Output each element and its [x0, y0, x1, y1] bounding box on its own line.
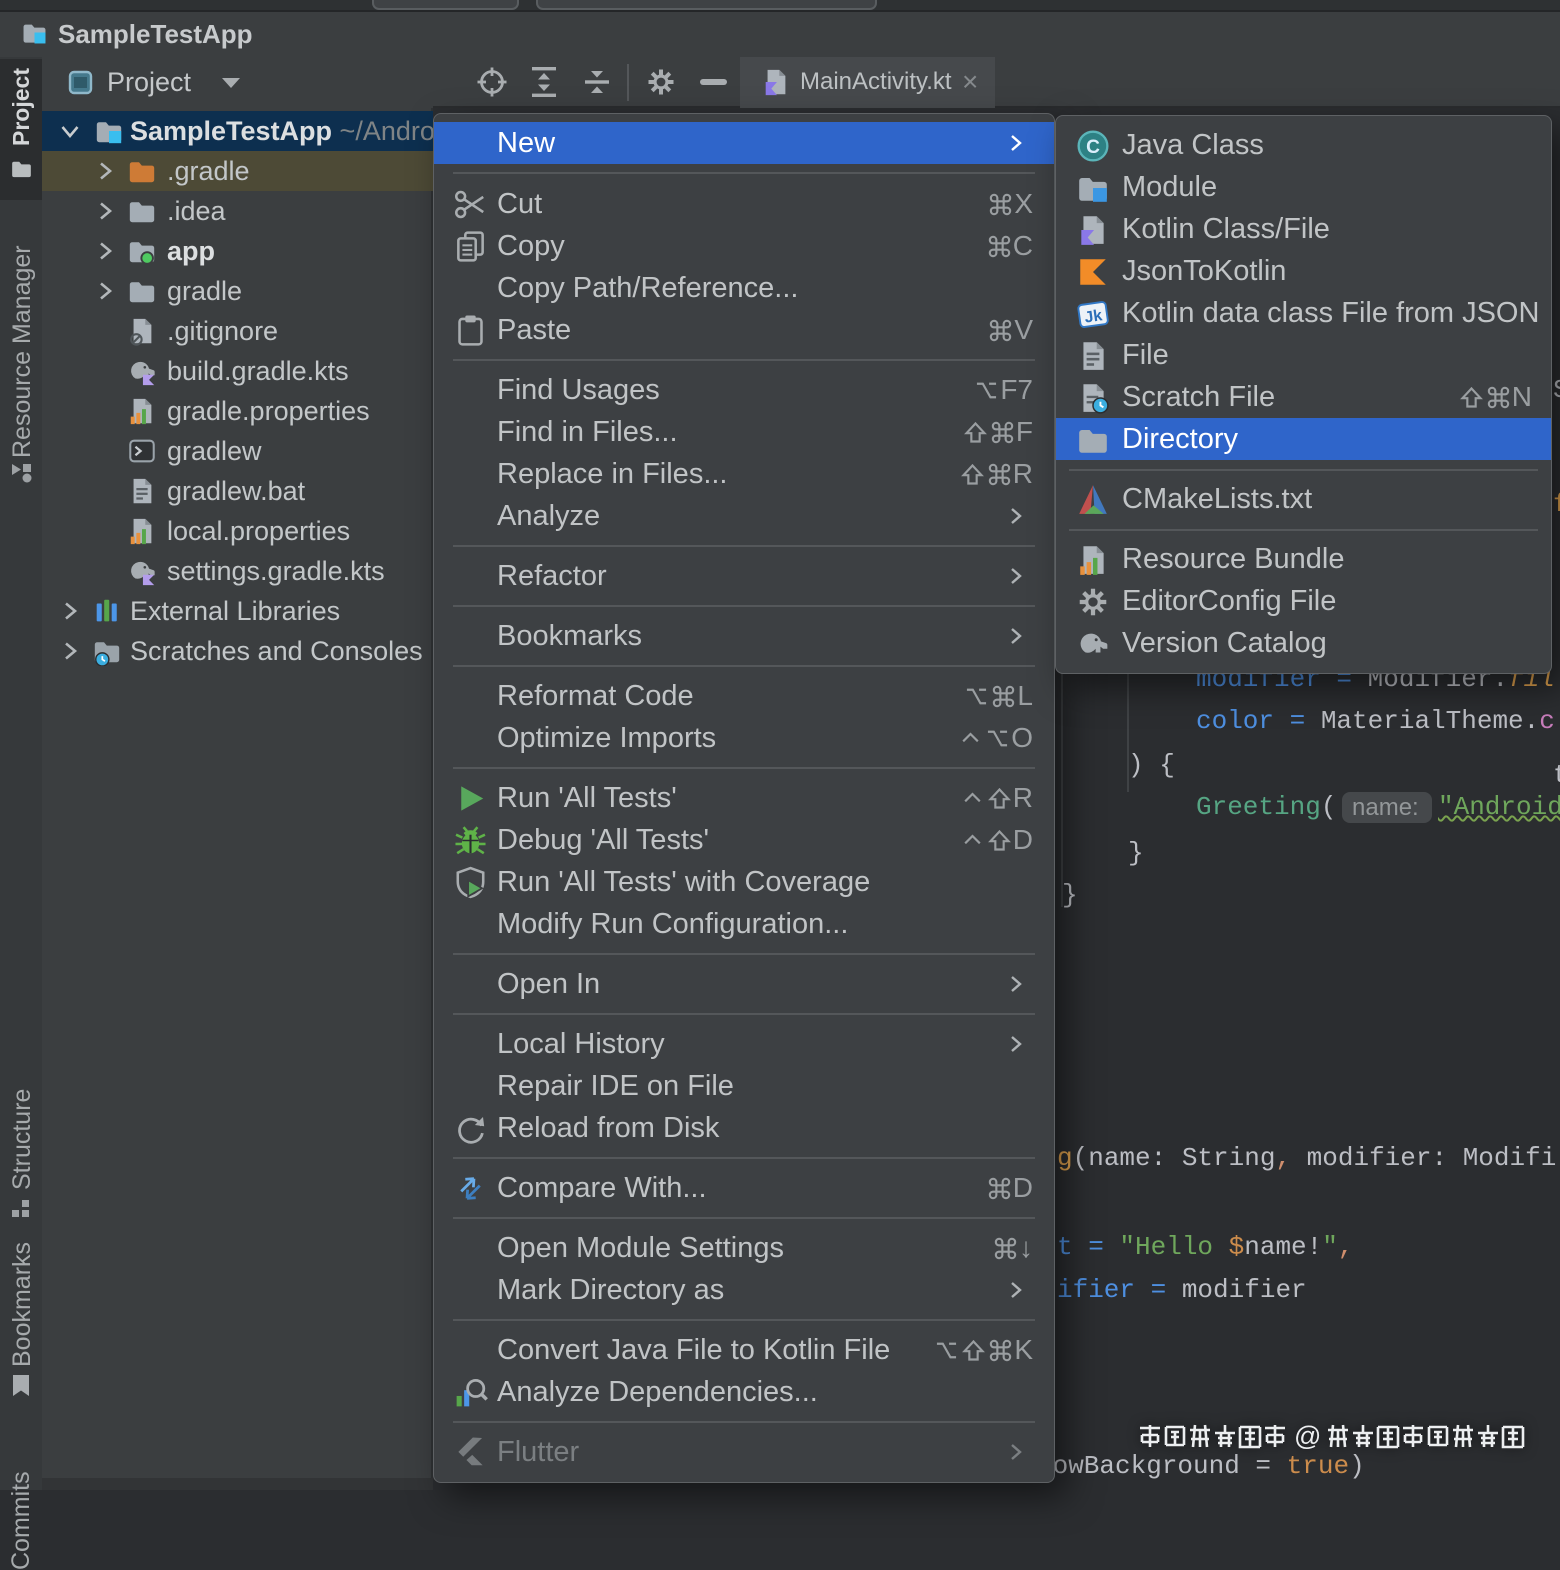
svg-text:C: C [1086, 137, 1100, 158]
svg-text:Jk: Jk [1083, 307, 1103, 326]
svg-text:@: @ [1294, 1423, 1321, 1451]
